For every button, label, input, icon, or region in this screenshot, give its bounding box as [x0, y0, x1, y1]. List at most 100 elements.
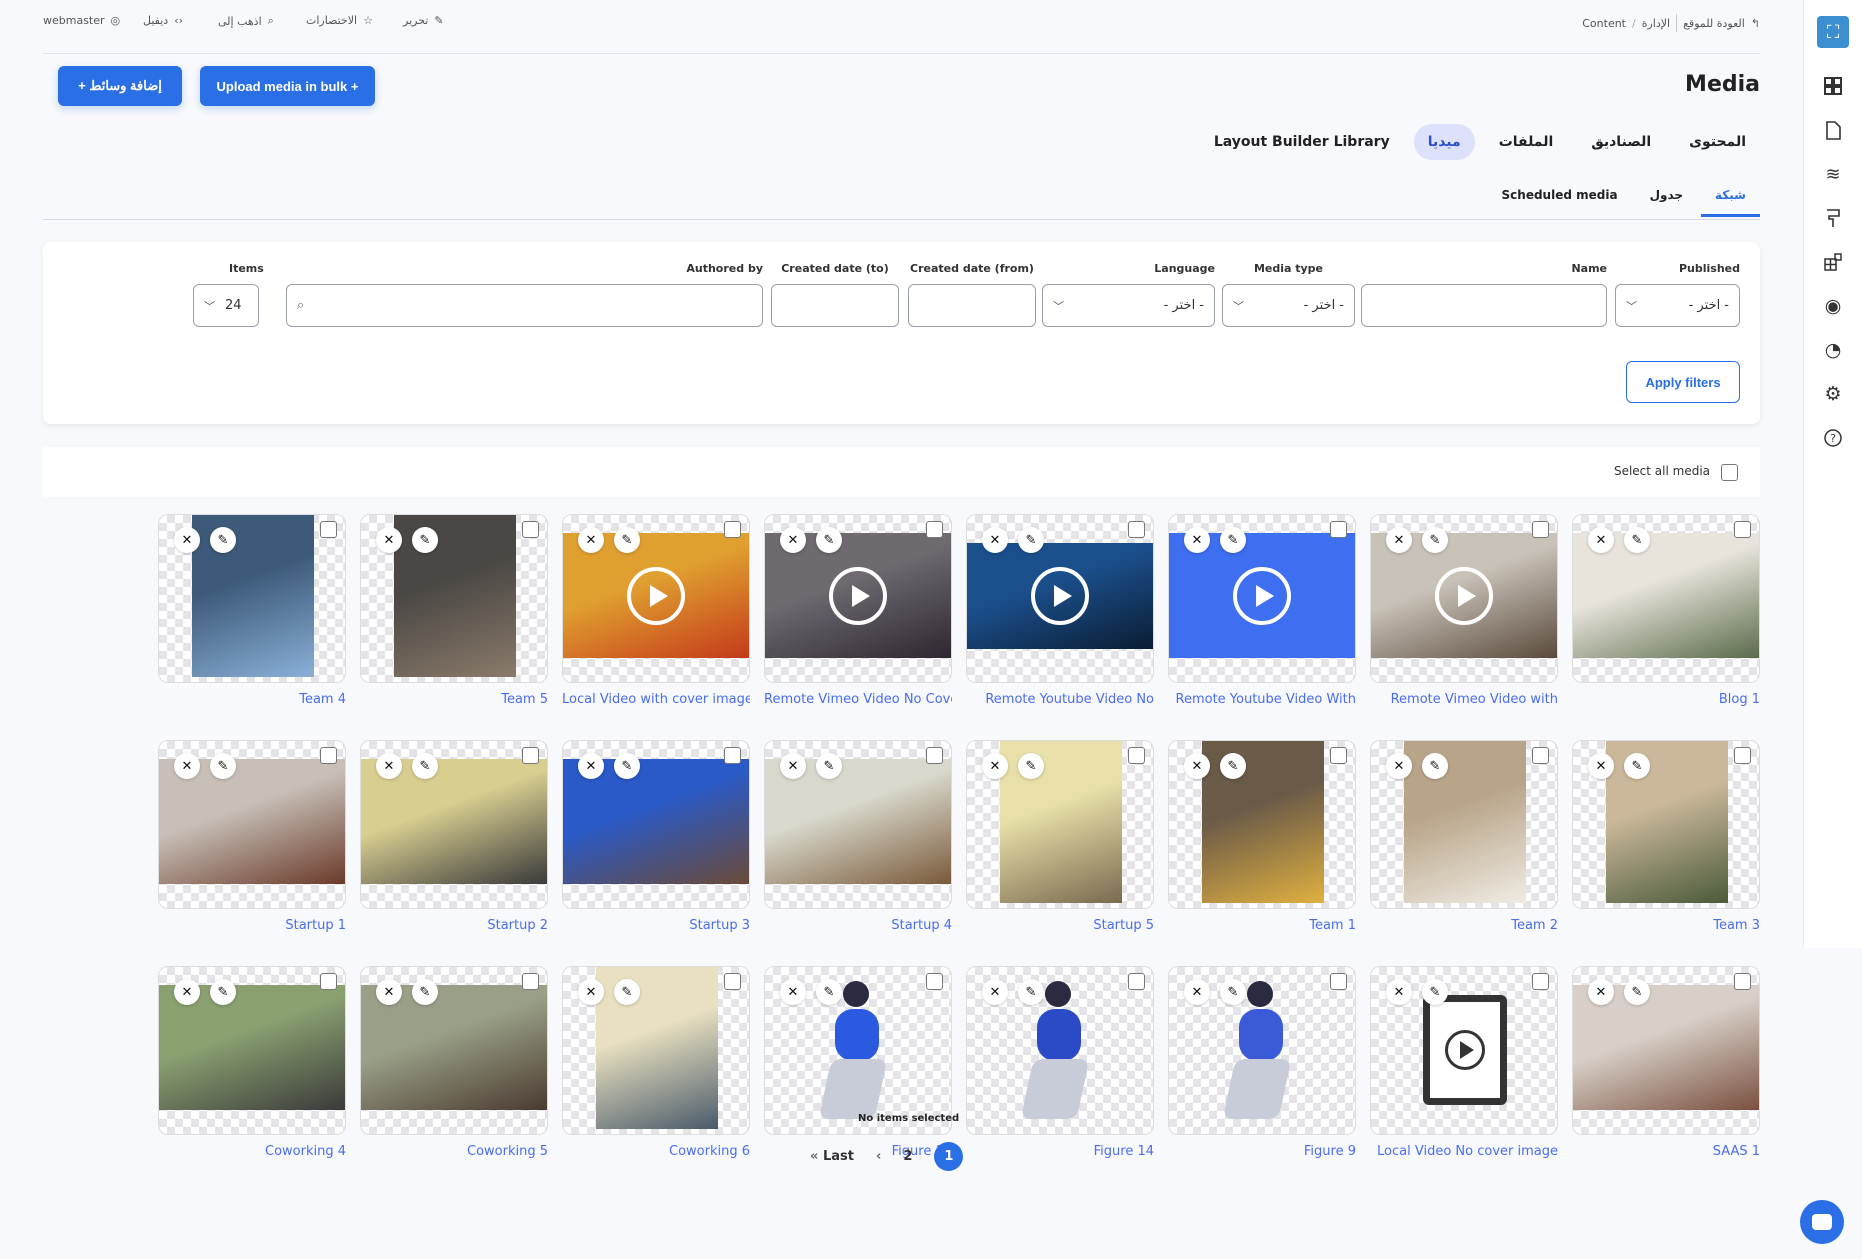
edit-button[interactable]: ✎	[816, 753, 842, 779]
media-card[interactable]: ✕ ✎	[1168, 740, 1356, 909]
media-title-link[interactable]: Coworking 6	[562, 1144, 750, 1159]
media-title-link[interactable]: Startup 3	[562, 918, 750, 933]
remove-button[interactable]: ✕	[376, 527, 402, 553]
media-title-link[interactable]: Figure 14	[966, 1144, 1154, 1159]
edit-button[interactable]: ✎	[1220, 527, 1246, 553]
authored-by-input[interactable]: ⌕	[286, 284, 763, 327]
media-card[interactable]: ✕ ✎	[158, 514, 346, 683]
media-card[interactable]: ✕ ✎	[966, 514, 1154, 683]
remove-button[interactable]: ✕	[780, 753, 806, 779]
media-select-checkbox[interactable]	[320, 973, 337, 990]
remove-button[interactable]: ✕	[780, 979, 806, 1005]
media-title-link[interactable]: Team 2	[1370, 918, 1558, 933]
media-select-checkbox[interactable]	[522, 973, 539, 990]
media-select-checkbox[interactable]	[1128, 521, 1145, 538]
media-card[interactable]: ✕ ✎	[360, 966, 548, 1135]
edit-button[interactable]: ✎	[1624, 979, 1650, 1005]
remove-button[interactable]: ✕	[1588, 753, 1614, 779]
remove-button[interactable]: ✕	[1588, 979, 1614, 1005]
media-select-checkbox[interactable]	[724, 521, 741, 538]
media-title-link[interactable]: Coworking 5	[360, 1144, 548, 1159]
remove-button[interactable]: ✕	[578, 753, 604, 779]
media-select-checkbox[interactable]	[926, 521, 943, 538]
media-card[interactable]: ✕ ✎	[360, 740, 548, 909]
media-card[interactable]: ✕ ✎	[966, 740, 1154, 909]
published-select[interactable]: - اختر - ﹀	[1615, 284, 1740, 327]
media-select-checkbox[interactable]	[724, 747, 741, 764]
edit-button[interactable]: ✎	[614, 527, 640, 553]
edit-button[interactable]: ✎	[412, 979, 438, 1005]
media-select-checkbox[interactable]	[1532, 747, 1549, 764]
created-from-input[interactable]	[908, 284, 1036, 327]
user-menu[interactable]: webmaster ◎	[43, 14, 120, 27]
breadcrumb-admin[interactable]: الإدارة	[1642, 17, 1670, 30]
media-select-checkbox[interactable]	[1330, 973, 1347, 990]
media-title-link[interactable]: Remote Youtube Video No	[966, 692, 1154, 707]
remove-button[interactable]: ✕	[982, 753, 1008, 779]
media-card[interactable]: ✕ ✎	[1572, 740, 1760, 909]
media-select-checkbox[interactable]	[522, 521, 539, 538]
edit-button[interactable]: ✎	[210, 979, 236, 1005]
media-select-checkbox[interactable]	[320, 747, 337, 764]
remove-button[interactable]: ✕	[1184, 979, 1210, 1005]
media-card[interactable]: ✕ ✎	[562, 514, 750, 683]
shortcuts-menu[interactable]: الاختصارات ☆	[306, 14, 373, 27]
media-select-checkbox[interactable]	[1128, 973, 1145, 990]
media-title-link[interactable]: Local Video with cover image	[562, 692, 750, 707]
media-select-checkbox[interactable]	[1532, 521, 1549, 538]
media-title-link[interactable]: Team 5	[360, 692, 548, 707]
goto-menu[interactable]: اذهب إلى ⌕	[218, 14, 274, 28]
media-card[interactable]: ✕ ✎	[1572, 966, 1760, 1135]
edit-button[interactable]: ✎	[210, 527, 236, 553]
remove-button[interactable]: ✕	[174, 979, 200, 1005]
media-card[interactable]: ✕ ✎	[158, 966, 346, 1135]
edit-button[interactable]: ✎	[1422, 979, 1448, 1005]
fullscreen-icon[interactable]: ⛶	[1817, 16, 1849, 48]
media-card[interactable]: ✕ ✎	[764, 514, 952, 683]
media-select-checkbox[interactable]	[320, 521, 337, 538]
media-card[interactable]: ✕ ✎	[562, 966, 750, 1135]
edit-button[interactable]: ✎	[1422, 753, 1448, 779]
back-to-site-link[interactable]: العودة للموقع	[1683, 17, 1745, 30]
remove-button[interactable]: ✕	[578, 979, 604, 1005]
remove-button[interactable]: ✕	[1386, 527, 1412, 553]
edit-button[interactable]: ✎	[412, 753, 438, 779]
tab-blocks[interactable]: الصناديق	[1577, 124, 1665, 160]
tab-table[interactable]: جدول	[1636, 180, 1697, 217]
media-card[interactable]: ✕ ✎	[1168, 966, 1356, 1135]
media-select-checkbox[interactable]	[1330, 747, 1347, 764]
media-card[interactable]: ✕ ✎	[1370, 514, 1558, 683]
media-select-checkbox[interactable]	[926, 747, 943, 764]
select-all-checkbox[interactable]	[1721, 464, 1738, 481]
apply-filters-button[interactable]: Apply filters	[1626, 361, 1740, 403]
media-card[interactable]: ✕ ✎	[562, 740, 750, 909]
media-select-checkbox[interactable]	[926, 973, 943, 990]
dashboard-grid-icon[interactable]	[1820, 73, 1846, 99]
tab-content[interactable]: المحتوى	[1675, 124, 1760, 160]
remove-button[interactable]: ✕	[1386, 979, 1412, 1005]
remove-button[interactable]: ✕	[982, 979, 1008, 1005]
remove-button[interactable]: ✕	[376, 753, 402, 779]
language-select[interactable]: - اختر - ﹀	[1042, 284, 1215, 327]
edit-button[interactable]: ✎	[614, 753, 640, 779]
remove-button[interactable]: ✕	[1184, 753, 1210, 779]
edit-button[interactable]: ✎	[1624, 527, 1650, 553]
edit-button[interactable]: ✎	[614, 979, 640, 1005]
media-title-link[interactable]: Coworking 4	[158, 1144, 346, 1159]
devel-menu[interactable]: ديفيل ‹›	[143, 14, 183, 27]
chat-button[interactable]	[1800, 1200, 1844, 1244]
edit-button[interactable]: ✎	[1018, 753, 1044, 779]
items-select[interactable]: ﹀ 24	[193, 284, 259, 327]
document-icon[interactable]	[1820, 117, 1846, 143]
edit-button[interactable]: ✎	[1422, 527, 1448, 553]
media-title-link[interactable]: Startup 5	[966, 918, 1154, 933]
breadcrumb-content[interactable]: Content	[1582, 17, 1626, 30]
media-title-link[interactable]: Remote Youtube Video With	[1168, 692, 1357, 707]
media-title-link[interactable]: Startup 1	[158, 918, 346, 933]
media-select-checkbox[interactable]	[522, 747, 539, 764]
media-card[interactable]: ✕ ✎	[158, 740, 346, 909]
paint-roller-icon[interactable]	[1820, 205, 1846, 231]
edit-button[interactable]: ✎	[816, 979, 842, 1005]
edit-button[interactable]: ✎	[1018, 527, 1044, 553]
tab-files[interactable]: الملفات	[1485, 124, 1568, 160]
